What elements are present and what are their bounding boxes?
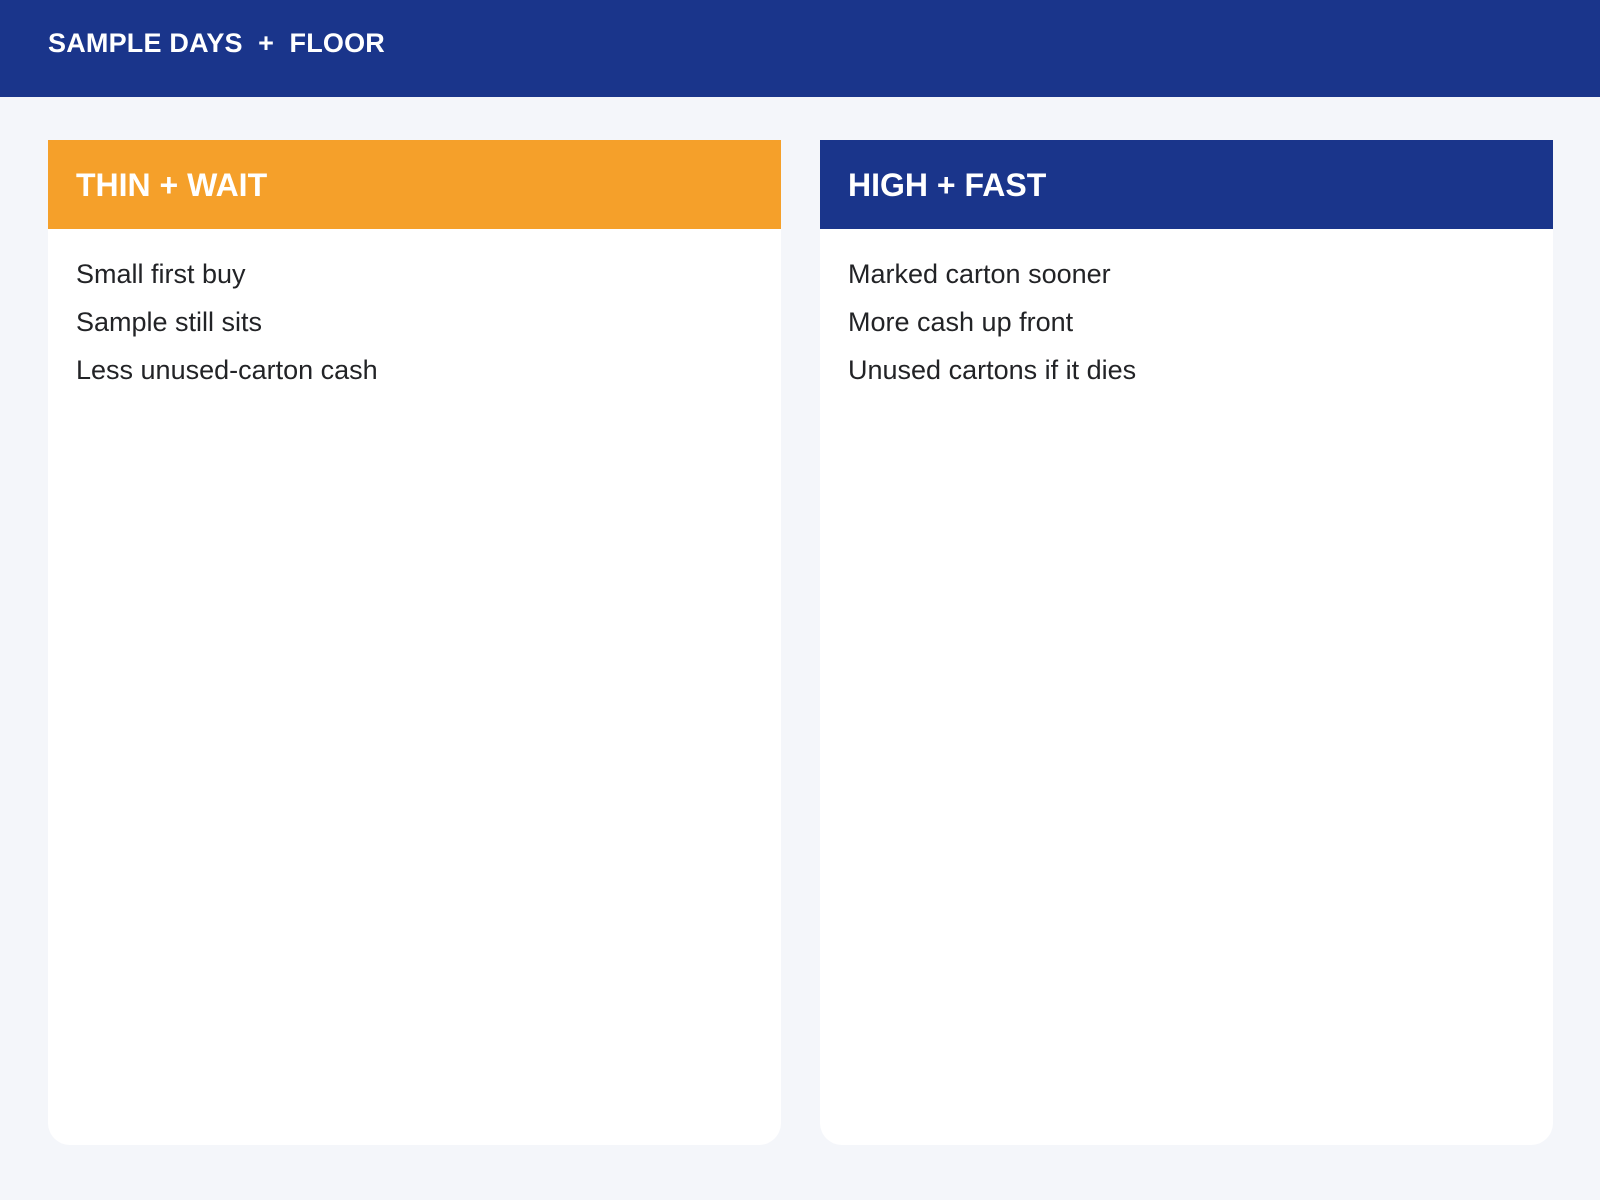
card-header: HIGH + FAST: [820, 140, 1553, 229]
list-item: Marked carton sooner: [848, 259, 1111, 289]
list-item: Sample still sits: [76, 307, 263, 337]
list-item: Less unused-carton cash: [76, 355, 378, 385]
card-header: THIN + WAIT: [48, 140, 781, 229]
top-banner: SAMPLE DAYS + FLOOR: [0, 0, 1600, 97]
card-item-list: Marked carton sooner More cash up front …: [848, 258, 1136, 402]
card-title: HIGH + FAST: [848, 167, 1047, 203]
list-item: Small first buy: [76, 259, 246, 289]
list-item: More cash up front: [848, 307, 1074, 337]
option-card-high-fast: HIGH + FAST Marked carton sooner More ca…: [820, 140, 1553, 1145]
list-item: Unused cartons if it dies: [848, 355, 1137, 385]
page-title: SAMPLE DAYS + FLOOR: [48, 28, 386, 58]
card-title: THIN + WAIT: [76, 167, 268, 203]
option-card-thin-wait: THIN + WAIT Small first buy Sample still…: [48, 140, 781, 1145]
card-item-list: Small first buy Sample still sits Less u…: [76, 258, 378, 402]
